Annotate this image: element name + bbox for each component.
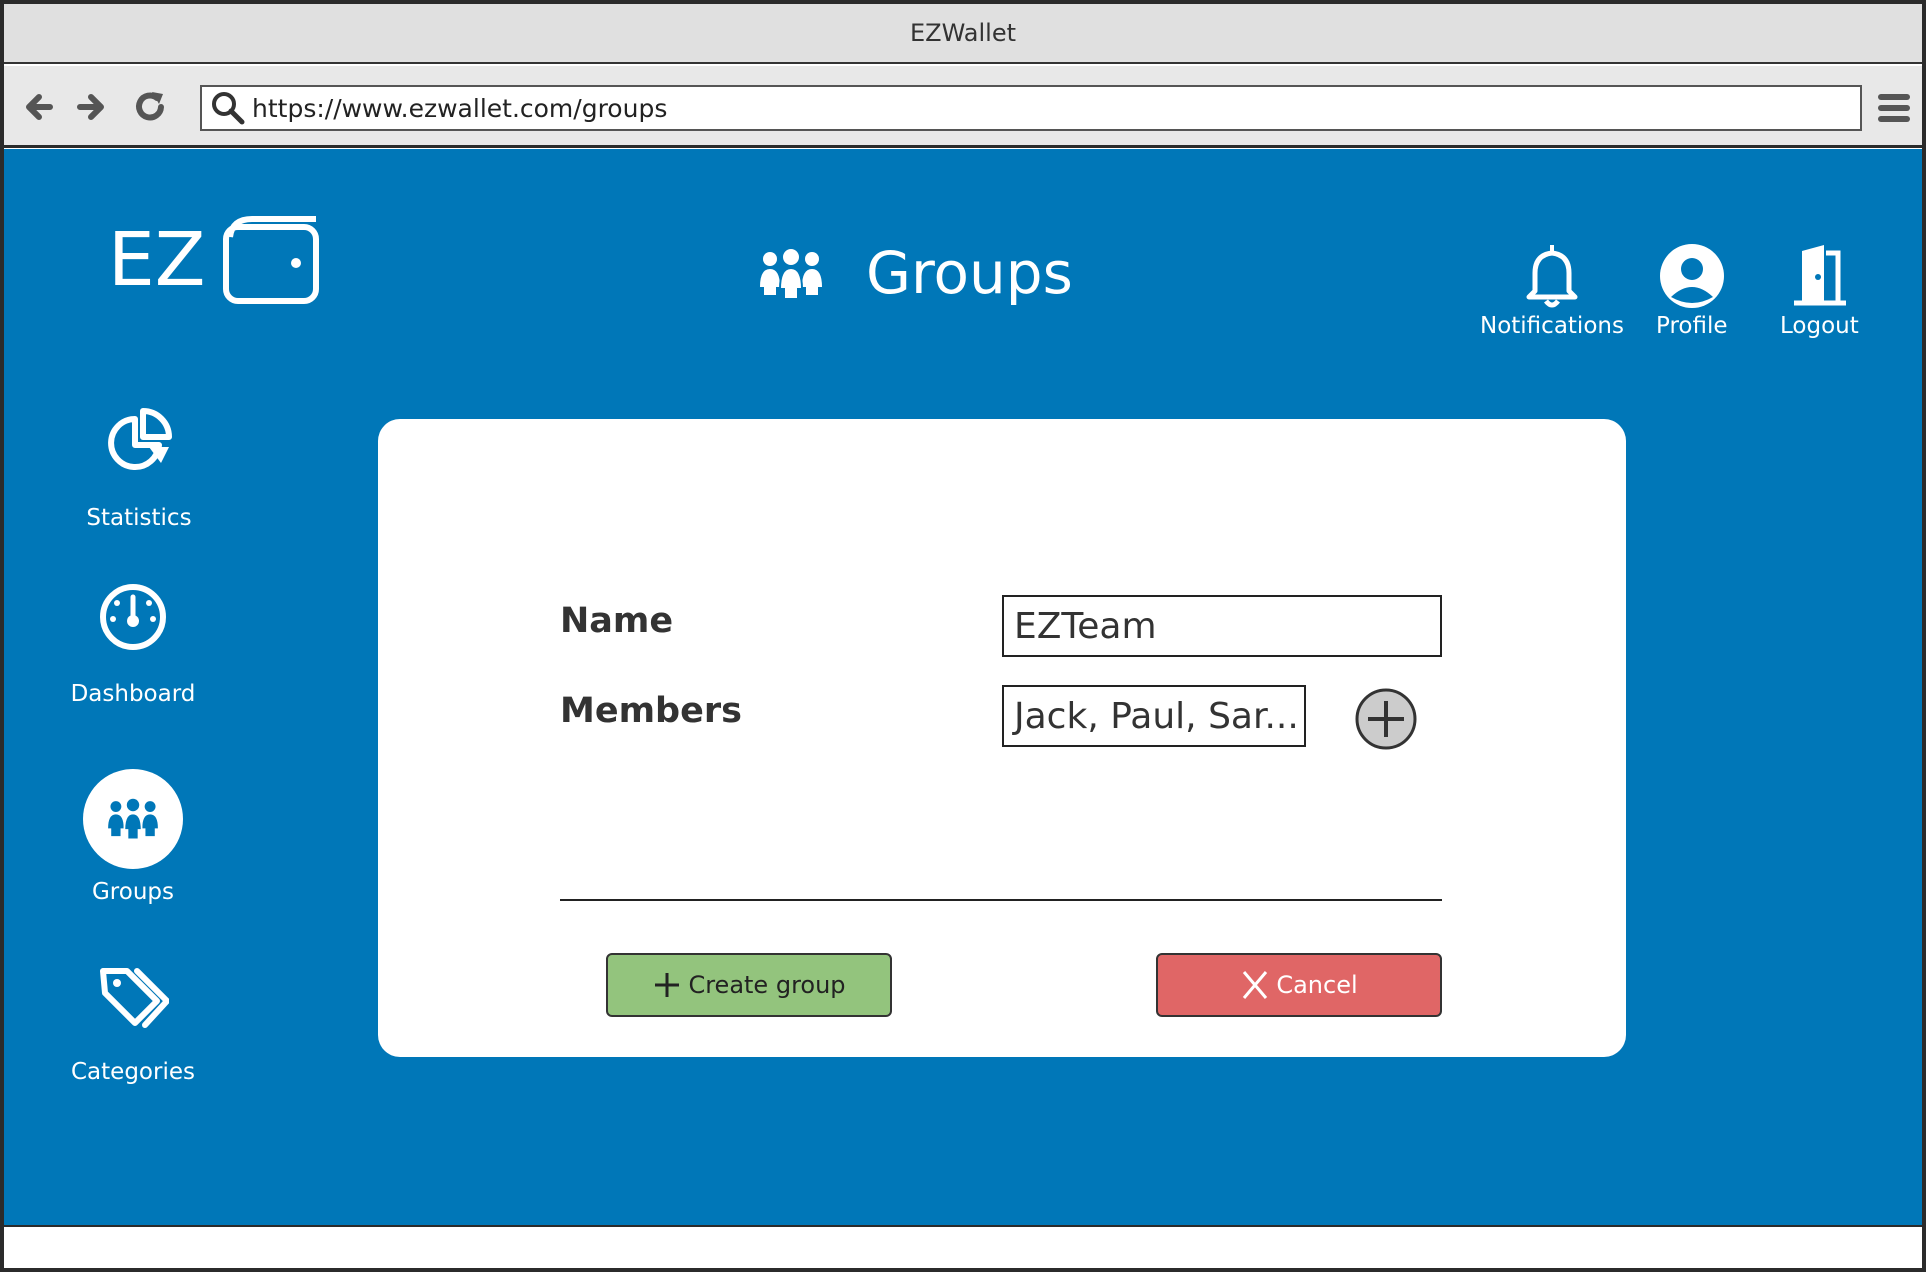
logout-button[interactable]: Logout	[1780, 241, 1859, 339]
dashboard-icon-wrap	[83, 567, 183, 667]
search-icon	[212, 92, 245, 125]
close-icon	[1243, 971, 1268, 999]
reload-icon	[136, 92, 164, 121]
members-input[interactable]: Jack, Paul, Sar...	[1002, 685, 1306, 747]
statistics-icon-wrap	[89, 391, 189, 491]
sidebar-item-label: Categories	[71, 1059, 195, 1085]
url-text: https://www.ezwallet.com/groups	[252, 93, 668, 123]
window-title: EZWallet	[909, 19, 1017, 47]
user-circle-icon	[1659, 244, 1724, 308]
ezwallet-logo[interactable]: EZ	[108, 215, 324, 305]
people-group-icon	[108, 798, 158, 840]
profile-button[interactable]: Profile	[1656, 241, 1728, 339]
create-group-card: Name EZTeam Members Jack, Paul, Sar... C…	[378, 419, 1626, 1057]
browser-toolbar: https://www.ezwallet.com/groups	[4, 66, 1922, 148]
plus-icon	[655, 973, 680, 997]
notifications-label: Notifications	[1480, 313, 1624, 339]
plus-circle-icon	[1355, 688, 1417, 750]
door-exit-icon	[1794, 245, 1847, 306]
members-label: Members	[560, 691, 742, 731]
add-member-button[interactable]	[1354, 687, 1418, 751]
reload-button[interactable]	[130, 86, 172, 128]
hamburger-menu-icon	[1878, 94, 1910, 122]
create-group-label: Create group	[688, 971, 846, 999]
name-label: Name	[560, 601, 674, 641]
sidebar-item-categories[interactable]: Categories	[38, 949, 228, 1085]
cancel-button[interactable]: Cancel	[1156, 953, 1442, 1017]
logo-text: EZ	[108, 217, 205, 303]
group-name-input[interactable]: EZTeam	[1002, 595, 1442, 657]
sidebar-item-dashboard[interactable]: Dashboard	[38, 567, 228, 707]
groups-icon-wrap	[83, 769, 183, 869]
page-title: Groups	[866, 239, 1073, 307]
back-button[interactable]	[20, 86, 62, 128]
tags-icon	[100, 968, 169, 1028]
sidebar-item-label: Statistics	[86, 505, 192, 531]
page-header: Groups	[756, 233, 1073, 313]
create-group-button[interactable]: Create group	[606, 953, 892, 1017]
app-content: EZ Groups Notifications Profile Logout S…	[4, 149, 1922, 1225]
categories-icon-wrap	[83, 949, 183, 1049]
browser-window: EZWallet https://www.ezwallet.com/groups	[0, 0, 1926, 1272]
address-bar[interactable]: https://www.ezwallet.com/groups	[200, 85, 1862, 131]
logo-wallet-icon: EZ	[108, 216, 319, 304]
window-title-bar: EZWallet	[4, 4, 1922, 64]
browser-menu-button[interactable]	[1876, 90, 1912, 126]
sidebar-item-label: Groups	[91, 879, 174, 905]
people-group-icon	[760, 249, 822, 300]
gauge-icon	[100, 584, 166, 650]
logout-label: Logout	[1780, 313, 1859, 339]
sidebar-item-statistics[interactable]: Statistics	[44, 391, 234, 531]
form-divider	[560, 899, 1442, 901]
sidebar-item-groups[interactable]: Groups	[38, 769, 228, 905]
arrow-right-icon	[77, 94, 104, 120]
browser-status-strip	[4, 1225, 1922, 1268]
pie-chart-icon	[108, 408, 172, 470]
arrow-left-icon	[26, 94, 53, 120]
profile-label: Profile	[1656, 313, 1728, 339]
forward-button[interactable]	[70, 86, 112, 128]
notifications-button[interactable]: Notifications	[1480, 241, 1624, 339]
sidebar-item-label: Dashboard	[70, 681, 196, 707]
bell-icon	[1526, 245, 1578, 308]
cancel-label: Cancel	[1276, 971, 1358, 999]
